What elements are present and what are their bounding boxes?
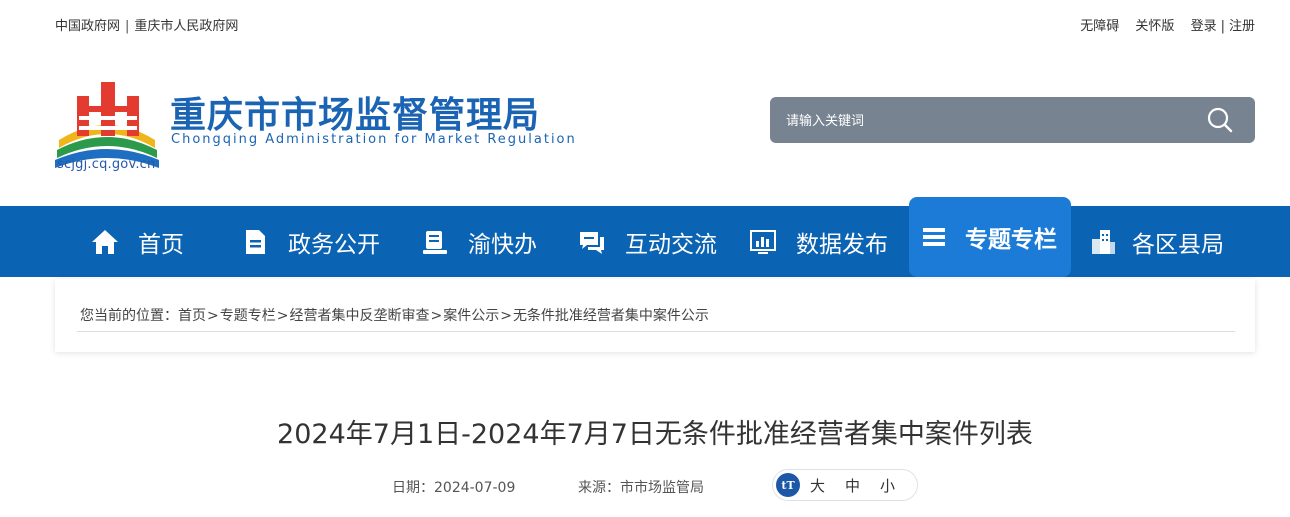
breadcrumb-prefix: 您当前的位置：	[80, 308, 178, 324]
divider: |	[1220, 19, 1225, 34]
article-source: 来源：市市场监管局	[578, 480, 704, 496]
font-size-medium-button[interactable]: 中	[845, 475, 860, 496]
font-size-small-button[interactable]: 小	[880, 475, 895, 496]
care-mode-link[interactable]: 关怀版	[1135, 19, 1174, 34]
top-links-left: 中国政府网 | 重庆市人民政府网	[55, 15, 238, 34]
register-link[interactable]: 注册	[1229, 19, 1255, 34]
top-bar: 中国政府网 | 重庆市人民政府网 无障碍 关怀版 登录 | 注册	[0, 0, 1290, 44]
font-size-switcher: tT 大 中 小	[772, 469, 918, 501]
link-central-gov[interactable]: 中国政府网	[55, 19, 120, 34]
nav-label: 数据发布	[796, 231, 888, 258]
nav-item-districts[interactable]: 各区县局	[1088, 206, 1224, 277]
search-icon[interactable]	[1207, 107, 1233, 133]
font-size-large-button[interactable]: 大	[810, 475, 825, 496]
divider: |	[125, 19, 130, 34]
breadcrumb-separator: >	[430, 308, 443, 324]
nav-label: 专题专栏	[965, 227, 1057, 253]
breadcrumb-item-antimonopoly[interactable]: 经营者集中反垄断审查	[289, 308, 429, 324]
site-title[interactable]: 重庆市市场监督管理局	[170, 86, 540, 138]
nav-label: 互动交流	[625, 231, 717, 258]
breadcrumb-divider	[77, 331, 1235, 332]
main-nav: 首页 政务公开 渝快办 互动交流 数据发布 专题专栏 各区县局	[0, 197, 1290, 277]
search-box	[770, 97, 1255, 143]
breadcrumb: 您当前的位置：首页>专题专栏>经营者集中反垄断审查>案件公示>无条件批准经营者集…	[80, 305, 709, 325]
accessibility-link[interactable]: 无障碍	[1080, 19, 1119, 34]
site-domain: scjgj.cq.gov.cn	[57, 157, 156, 172]
breadcrumb-separator: >	[500, 308, 512, 324]
nav-item-interaction[interactable]: 互动交流	[577, 206, 717, 277]
nav-item-gov-affairs[interactable]: 政务公开	[240, 206, 380, 277]
article-title: 2024年7月1日-2024年7月7日无条件批准经营者集中案件列表	[277, 419, 1033, 450]
link-chongqing-gov[interactable]: 重庆市人民政府网	[134, 19, 238, 34]
breadcrumb-item-home[interactable]: 首页	[178, 308, 206, 324]
breadcrumb-item-special-topics[interactable]: 专题专栏	[220, 308, 276, 324]
building-icon	[1092, 229, 1115, 254]
top-links-right: 无障碍 关怀版 登录 | 注册	[1068, 15, 1255, 34]
nav-item-home[interactable]: 首页	[90, 206, 184, 277]
nav-label: 各区县局	[1132, 231, 1224, 258]
nav-item-yukuaiban[interactable]: 渝快办	[420, 206, 537, 277]
nav-item-data-release[interactable]: 数据发布	[748, 206, 888, 277]
nav-label: 首页	[138, 231, 184, 258]
article-date: 日期：2024-07-09	[392, 480, 516, 496]
nav-label: 渝快办	[468, 231, 537, 258]
breadcrumb-separator: >	[276, 308, 289, 324]
nav-item-special-topics[interactable]: 专题专栏	[909, 197, 1071, 277]
chart-icon	[750, 229, 776, 254]
breadcrumb-card: 您当前的位置：首页>专题专栏>经营者集中反垄断审查>案件公示>无条件批准经营者集…	[55, 279, 1255, 352]
nav-label: 政务公开	[288, 231, 380, 258]
search-input[interactable]	[784, 105, 1188, 137]
breadcrumb-item-case-publicity[interactable]: 案件公示	[443, 308, 499, 324]
home-icon	[92, 229, 118, 254]
service-icon	[423, 230, 447, 254]
site-subtitle: Chongqing Administration for Market Regu…	[171, 132, 577, 147]
chat-icon	[580, 231, 604, 254]
column-icon	[923, 228, 945, 246]
breadcrumb-item-current[interactable]: 无条件批准经营者集中案件公示	[513, 308, 709, 324]
document-icon	[246, 229, 265, 254]
font-size-icon: tT	[776, 473, 800, 497]
login-link[interactable]: 登录	[1191, 19, 1217, 34]
breadcrumb-separator: >	[207, 308, 219, 324]
